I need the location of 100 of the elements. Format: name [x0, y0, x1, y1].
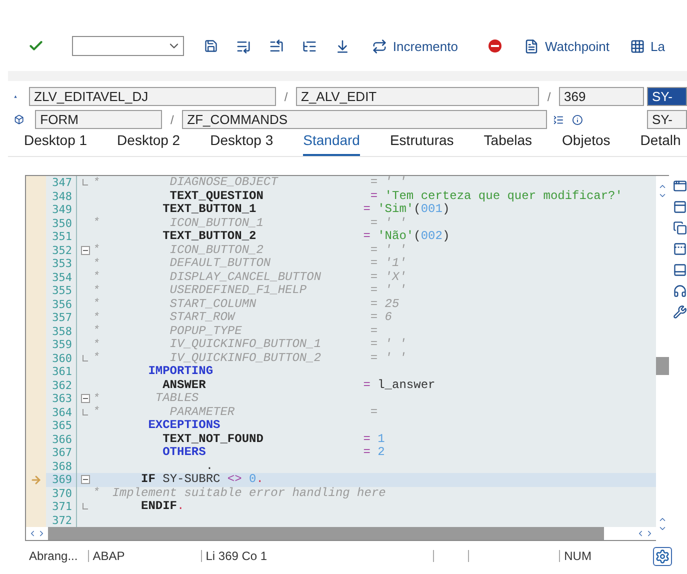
tab[interactable]: Standard	[303, 130, 360, 156]
code-value: = 25	[369, 298, 400, 311]
separator-slash: /	[546, 90, 552, 104]
code-text: TABLES	[154, 392, 199, 406]
status-scope: Abrang...	[29, 549, 79, 563]
comment-mark: *	[93, 406, 101, 418]
list-arrow-icon[interactable]	[236, 38, 251, 54]
status-mode: NUM	[564, 549, 592, 563]
event-type-field[interactable]: FORM	[35, 110, 162, 129]
line-number: 348	[46, 190, 77, 203]
document-icon	[524, 38, 539, 54]
comment-mark: *	[93, 176, 101, 189]
line-number: 366	[46, 432, 77, 446]
variable-field[interactable]: SY-	[646, 110, 687, 129]
code-text: PARAMETER	[168, 406, 235, 419]
toolbar-button[interactable]: La	[630, 38, 665, 54]
comment-mark: *	[93, 298, 101, 310]
line-number: 356	[46, 298, 77, 311]
line-number: 362	[46, 378, 77, 392]
tab[interactable]: Estruturas	[390, 130, 454, 156]
line-number: 352	[46, 244, 77, 257]
arrow-icon	[30, 474, 42, 486]
tab[interactable]: Desktop 1	[24, 130, 88, 156]
comment-mark: *	[93, 392, 101, 405]
line-number: 351	[46, 230, 77, 244]
info-icon[interactable]	[572, 112, 583, 126]
event-field[interactable]: ZF_COMMANDS	[182, 110, 548, 129]
tab[interactable]: Detalh	[640, 130, 681, 156]
comment-mark: *	[93, 325, 101, 338]
line-number: 349	[46, 203, 77, 216]
line-number: 358	[46, 324, 77, 338]
list-arrow-icon[interactable]	[268, 38, 284, 54]
code-value: = 2	[362, 446, 385, 460]
code-text: DIAGNOSE_OBJECT	[168, 176, 278, 190]
line-number: 364	[46, 406, 77, 419]
wrench-icon[interactable]	[673, 305, 687, 319]
tab[interactable]: Desktop 3	[210, 130, 274, 156]
code-text: DISPLAY_CANCEL_BUTTON	[168, 270, 322, 284]
comment-mark: *	[93, 284, 101, 297]
line-number: 369	[46, 473, 77, 486]
code-value: = ' '	[369, 284, 406, 298]
comment-mark: *	[93, 312, 101, 324]
headphones-icon[interactable]	[673, 284, 687, 298]
code-text: Implement suitable error handling here	[111, 486, 386, 500]
line-number: 355	[46, 284, 77, 298]
line-number: 350	[46, 216, 77, 230]
program-field[interactable]: ZLV_EDITAVEL_DJ	[29, 87, 276, 106]
down-arrow-icon[interactable]	[334, 38, 350, 54]
tab[interactable]: Tabelas	[484, 130, 532, 156]
code-text: POPUP_TYPE	[168, 324, 242, 338]
window-icon[interactable]	[673, 242, 687, 256]
code-value: =	[369, 406, 378, 419]
code-text: START_ROW	[168, 311, 235, 324]
cube-icon	[14, 113, 24, 126]
scrollbar-thumb[interactable]	[656, 357, 669, 375]
code-value: = 1	[362, 432, 385, 446]
comment-mark: *	[93, 244, 101, 256]
comment-mark: *	[93, 217, 101, 230]
variable-field[interactable]: SY-	[647, 87, 687, 106]
tab[interactable]: Desktop 2	[117, 130, 180, 156]
line-number: 361	[46, 365, 77, 378]
code-text: ICON_BUTTON_2	[168, 244, 264, 257]
tab[interactable]: Objetos	[562, 130, 610, 156]
window-icon[interactable]	[673, 179, 687, 193]
stop-icon[interactable]	[488, 39, 502, 53]
code-value: = ' '	[369, 338, 406, 352]
line-field[interactable]: 369	[559, 87, 644, 106]
code-value: = 'Sim'(001)	[362, 203, 450, 216]
save-icon[interactable]	[204, 39, 218, 53]
code-text: ANSWER	[162, 378, 206, 392]
line-number: 360	[46, 352, 77, 365]
increment-button[interactable]: Incremento	[372, 38, 458, 54]
code-value: = 'Não'(002)	[362, 230, 450, 244]
code-value: = 'X'	[369, 270, 406, 284]
window-icon[interactable]	[673, 263, 687, 277]
include-field[interactable]: Z_ALV_EDIT	[296, 87, 539, 106]
comment-mark: *	[93, 487, 101, 500]
code-text: IV_QUICKINFO_BUTTON_1	[168, 338, 322, 352]
copy-icon[interactable]	[673, 221, 687, 235]
code-value: = ' '	[369, 244, 406, 257]
line-number: 365	[46, 419, 77, 432]
settings-button[interactable]	[653, 546, 672, 566]
window-icon[interactable]	[673, 200, 687, 214]
repeat-icon	[372, 38, 387, 54]
code-text: ENDIF.	[140, 500, 184, 514]
collapse-icon[interactable]	[80, 394, 90, 404]
scrollbar-thumb[interactable]	[48, 527, 604, 540]
watchpoint-button[interactable]: Watchpoint	[524, 38, 610, 54]
code-text: ICON_BUTTON_1	[168, 216, 264, 230]
comment-mark: *	[93, 271, 101, 284]
status-language: ABAP	[92, 549, 126, 563]
code-text: OTHERS	[162, 446, 206, 460]
collapse-icon[interactable]	[80, 475, 90, 484]
code-text: TEXT_QUESTION	[168, 190, 264, 203]
comment-mark: *	[93, 352, 101, 364]
list-tree-icon[interactable]	[302, 38, 317, 54]
line-number: 347	[46, 176, 77, 190]
code-text: IF SY-SUBRC <> 0.	[140, 473, 264, 486]
collapse-icon[interactable]	[80, 246, 90, 255]
command-field[interactable]	[72, 36, 184, 56]
